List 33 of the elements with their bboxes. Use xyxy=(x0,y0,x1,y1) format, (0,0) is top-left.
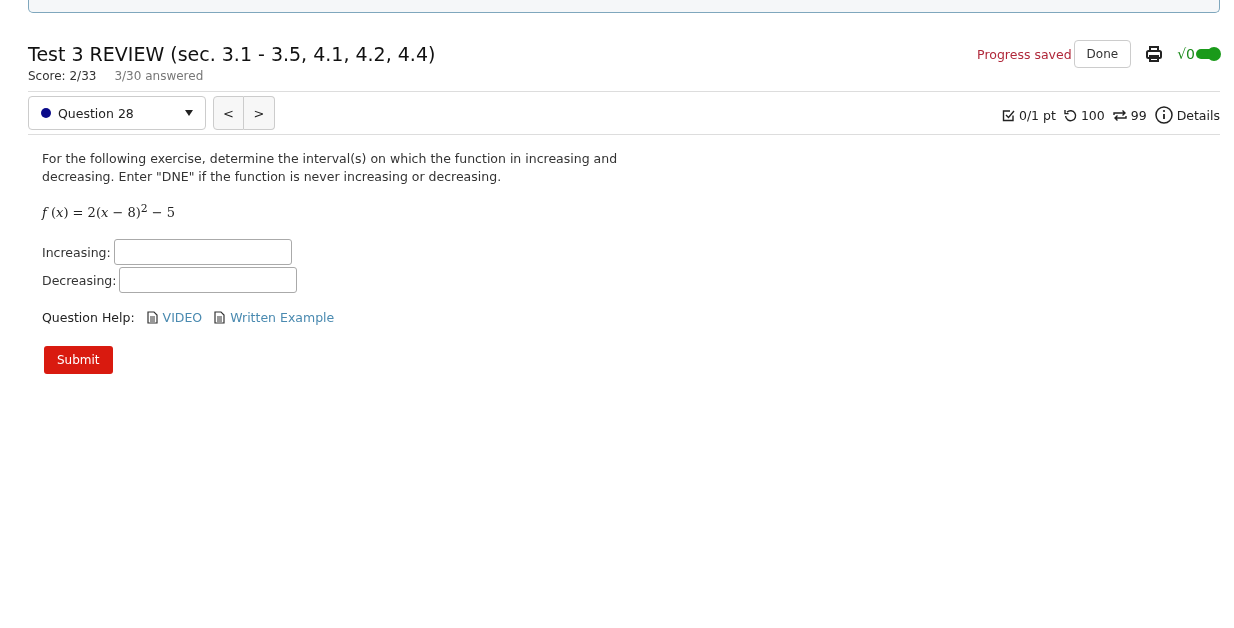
attempts-count: 99 xyxy=(1130,107,1147,123)
answer-field[interactable] xyxy=(113,239,292,266)
done-button[interactable]: Done xyxy=(1073,40,1132,68)
answer-field[interactable] xyxy=(119,267,298,294)
progress-status: Progress saved xyxy=(977,46,1072,62)
assessment-title: Test 3 REVIEW (sec. 3.1 - 3.5, 4.1, 4.2, 4.4) xyxy=(28,43,436,65)
checkbox-icon xyxy=(1001,108,1015,122)
math-entry-toggle[interactable] xyxy=(1196,49,1220,59)
function-formula: f (x) = 2(x − 8)$^{2}$ − 5 xyxy=(42,202,177,221)
submit-button[interactable]: Submit xyxy=(44,346,113,375)
status-dot xyxy=(41,108,51,118)
retry-icon xyxy=(1063,108,1077,122)
document-icon xyxy=(214,311,226,325)
print-icon[interactable] xyxy=(1145,45,1164,63)
question-selector[interactable]: Question 28 xyxy=(28,96,206,130)
previous-button[interactable]: < xyxy=(213,96,244,130)
points-text: 0/1 pt xyxy=(1018,107,1056,123)
answered-count: 3/30 answered xyxy=(114,69,204,83)
field-label: Decreasing: xyxy=(42,272,117,288)
question-text: For the following exercise, determine the interval(s) on which the function in increasing and decreasing. Enter "DNE" if the function is never increasing or decreasing. xyxy=(42,150,619,186)
repeat-icon xyxy=(1112,108,1127,122)
field-label: Increasing: xyxy=(42,244,111,260)
details-link[interactable]: Details xyxy=(1176,107,1220,123)
math-entry-label: √0 xyxy=(1177,46,1195,62)
next-button[interactable]: > xyxy=(244,96,275,130)
info-icon[interactable] xyxy=(1154,106,1173,124)
help-link[interactable]: VIDEO xyxy=(162,310,203,326)
score-text: Score: 2/33 xyxy=(28,69,97,83)
help-label: Question Help: xyxy=(42,310,135,326)
help-link[interactable]: Written Example xyxy=(230,310,335,326)
document-icon xyxy=(146,311,158,325)
caret-icon xyxy=(185,110,193,116)
retries-count: 100 xyxy=(1080,107,1105,123)
